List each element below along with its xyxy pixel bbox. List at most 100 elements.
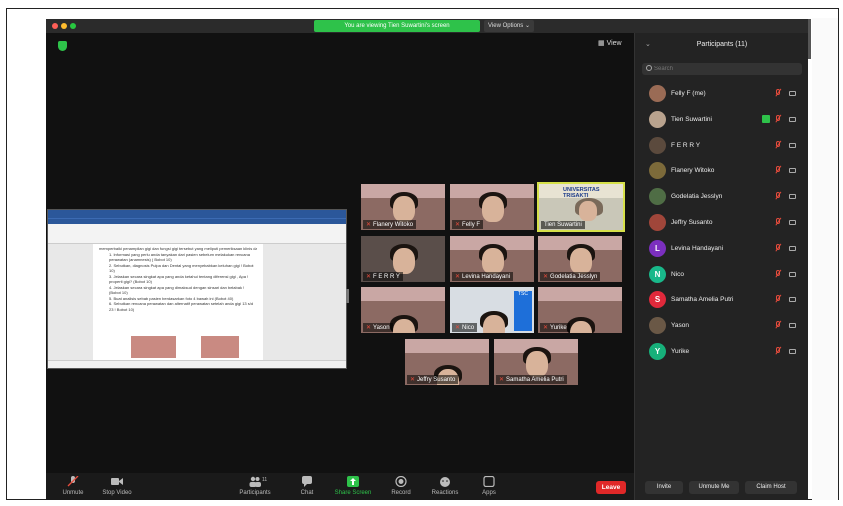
unmute-me-button[interactable]: Unmute Me (689, 481, 739, 494)
participant-avatar (649, 317, 666, 335)
unmute-label: Unmute (62, 490, 84, 496)
muted-mic-icon: ✕ (543, 274, 549, 280)
word-ribbon (48, 224, 346, 244)
participant-row[interactable]: N Nico (635, 262, 808, 288)
muted-mic-icon[interactable] (775, 320, 782, 329)
muted-mic-icon[interactable] (775, 346, 782, 355)
reactions-button[interactable]: Reactions (420, 476, 470, 496)
participant-row[interactable]: F E R R Y (635, 133, 808, 159)
share-screen-button[interactable]: Share Screen (328, 476, 378, 496)
video-off-icon[interactable] (789, 168, 796, 174)
video-tile[interactable]: ✕ Levina Handayani (449, 235, 535, 283)
muted-mic-icon[interactable] (775, 217, 782, 226)
close-window-button[interactable] (52, 23, 58, 29)
tile-name-label: ✕ Jeffry Susanto (407, 375, 459, 384)
video-off-icon[interactable] (789, 323, 796, 329)
participant-name: Levina Handayani (671, 244, 724, 252)
participants-search-input[interactable] (642, 63, 802, 75)
minimize-window-button[interactable] (61, 23, 67, 29)
invite-button[interactable]: Invite (645, 481, 683, 494)
viewing-banner: You are viewing Tien Suwartini's screen (314, 20, 480, 32)
video-off-icon[interactable] (789, 348, 796, 354)
participant-row[interactable]: Godelatia Jesslyn (635, 184, 808, 210)
muted-mic-icon[interactable] (775, 114, 782, 123)
screen-share-icon (762, 114, 770, 123)
participant-face (482, 248, 504, 274)
video-tile[interactable]: ✕ Felly F (449, 183, 535, 231)
participant-row[interactable]: Jeffry Susanto (635, 210, 808, 236)
tile-name-label: ✕ Yason (363, 323, 393, 332)
video-off-icon[interactable] (789, 142, 796, 148)
share-screen-label: Share Screen (334, 490, 372, 496)
muted-mic-icon[interactable] (775, 140, 782, 149)
participant-avatar (649, 213, 666, 231)
participant-row[interactable]: Y Yurike (635, 339, 808, 365)
video-off-icon[interactable] (789, 116, 796, 122)
participant-row[interactable]: Yason (635, 313, 808, 339)
muted-mic-icon[interactable] (775, 243, 782, 252)
search-icon (646, 65, 652, 71)
video-tile[interactable]: TSC ✕ Nico (449, 286, 535, 334)
document-line: 4. Jelaskan secara singkat apa yang dima… (109, 284, 245, 296)
stop-video-label: Stop Video (102, 490, 132, 496)
video-off-icon[interactable] (789, 219, 796, 225)
video-off-icon[interactable] (789, 271, 796, 277)
tile-name-label: ✕ Levina Handayani (452, 272, 514, 281)
dental-photo (201, 336, 239, 358)
video-tile[interactable]: ✕ Jeffry Susanto (404, 338, 490, 386)
reactions-label: Reactions (431, 490, 459, 496)
stop-video-button[interactable]: Stop Video (92, 476, 142, 496)
maximize-window-button[interactable] (70, 23, 76, 29)
video-tile-active-speaker[interactable]: UNIVERSITAS TRISAKTI Tien Suwartini (537, 182, 625, 232)
word-document-area: memperbaiki penampilan gigi dan fungsi g… (48, 244, 346, 360)
unmute-button[interactable]: Unmute (48, 476, 98, 496)
video-tile[interactable]: ✕ Yason (360, 286, 446, 334)
muted-mic-icon[interactable] (775, 294, 782, 304)
participants-list: Felly F (me) Tien Suwartini F E R R Y Flane… (635, 81, 808, 365)
tile-name-label: Tien Suwartini (541, 221, 585, 229)
participant-row[interactable]: S Samatha Amelia Putri (635, 287, 808, 313)
video-tile[interactable]: ✕ Yurike (537, 286, 623, 334)
view-button[interactable]: ▦ View (598, 39, 622, 47)
security-shield-icon[interactable] (58, 41, 67, 51)
video-off-icon[interactable] (789, 245, 796, 251)
chat-icon (302, 476, 312, 487)
video-tile[interactable]: ✕ Godelatia Jesslyn (537, 235, 623, 283)
muted-mic-icon: ✕ (455, 325, 461, 331)
participant-row[interactable]: L Levina Handayani (635, 236, 808, 262)
participant-row[interactable]: Tien Suwartini (635, 107, 808, 133)
participants-icon (249, 476, 261, 487)
tile-name-label: ✕ Godelatia Jesslyn (540, 272, 601, 281)
participant-face (483, 315, 505, 333)
participant-name: F E R R Y (671, 141, 701, 149)
video-off-icon[interactable] (789, 194, 796, 200)
video-tile[interactable]: ✕ F E R R Y (360, 235, 446, 283)
apps-button[interactable]: Apps (464, 476, 514, 496)
video-tile[interactable]: ✕ Samatha Amelia Putri (493, 338, 579, 386)
claim-host-button[interactable]: Claim Host (745, 481, 797, 494)
share-screen-icon (347, 476, 359, 487)
muted-mic-icon[interactable] (775, 269, 782, 278)
zoom-window: You are viewing Tien Suwartini's screen … (46, 19, 808, 500)
video-off-icon[interactable] (789, 297, 796, 303)
participant-avatar (649, 188, 666, 206)
participant-row[interactable]: Felly F (me) (635, 81, 808, 107)
muted-mic-icon[interactable] (775, 165, 782, 175)
chat-button[interactable]: Chat (282, 476, 332, 496)
video-tile[interactable]: ✕ Flanery Witoko (360, 183, 446, 231)
participants-button[interactable]: Participants 11 (230, 476, 280, 496)
record-button[interactable]: Record (376, 476, 426, 496)
video-off-icon[interactable] (789, 91, 796, 96)
muted-mic-icon[interactable] (775, 191, 782, 200)
tile-name: Samatha Amelia Putri (506, 377, 564, 383)
tile-name: Tien Suwartini (544, 222, 582, 228)
participants-panel: ⌄ Participants (11) Felly F (me)Tien Suw… (634, 33, 808, 500)
leave-button[interactable]: Leave (596, 481, 626, 494)
muted-mic-icon[interactable] (775, 88, 782, 97)
split-view-handle[interactable] (346, 289, 349, 303)
participant-avatar: S (649, 291, 666, 309)
view-options-button[interactable]: View Options ⌄ (484, 20, 534, 32)
participant-row[interactable]: Flanery Witoko (635, 158, 808, 184)
scrollbar[interactable] (808, 19, 811, 59)
document-line: 2. Sebutkan, diagnosis Pulpa dan Dental … (109, 262, 254, 274)
